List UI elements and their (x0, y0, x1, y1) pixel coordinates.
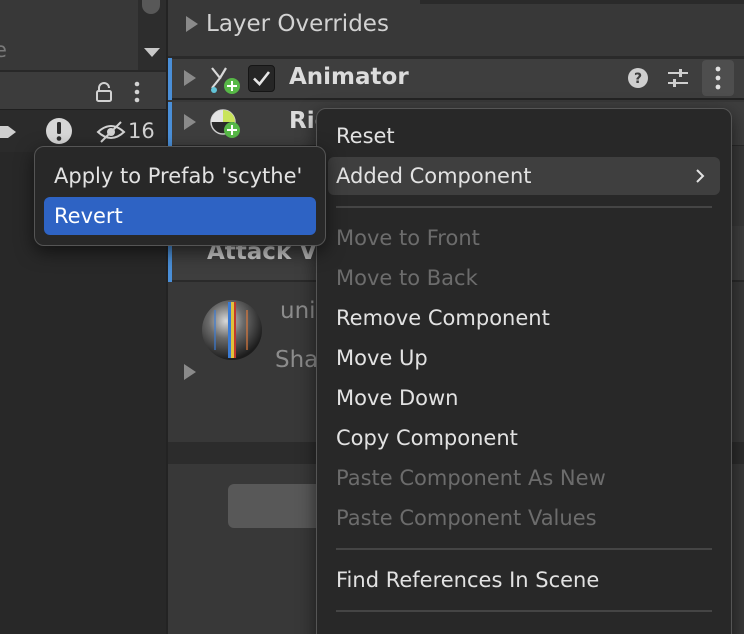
menu-separator (336, 610, 712, 612)
apply-to-prefab-item[interactable]: Apply to Prefab 'scythe' (54, 164, 302, 188)
foldout-arrow-icon[interactable] (184, 70, 196, 86)
menu-item-reset[interactable]: Reset (336, 124, 395, 148)
menu-item-move-down[interactable]: Move Down (336, 386, 459, 410)
add-component-button[interactable] (228, 484, 328, 528)
animator-enabled-checkbox[interactable] (248, 65, 275, 92)
hidden-count: 16 (128, 119, 155, 143)
checkmark-icon (253, 71, 271, 86)
animator-title: Animator (289, 64, 409, 90)
hierarchy-search-text: e (0, 38, 7, 62)
chevron-right-icon (696, 169, 705, 183)
menu-separator (336, 548, 712, 550)
component-menu-button[interactable] (702, 60, 734, 96)
top-field-edge (420, 0, 744, 4)
menu-item-move-to-front[interactable]: Move to Front (336, 226, 480, 250)
menu-item-paste-as-new[interactable]: Paste Component As New (336, 466, 606, 490)
tag-icon[interactable] (0, 120, 18, 144)
foldout-arrow-icon[interactable] (184, 364, 196, 380)
menu-item-find-references[interactable]: Find References In Scene (336, 568, 599, 592)
menu-item-move-up[interactable]: Move Up (336, 346, 428, 370)
shader-label: Sha (275, 347, 319, 373)
panel-menu-icon[interactable] (132, 80, 142, 104)
scroll-down-arrow-icon[interactable] (144, 48, 160, 57)
foldout-arrow-icon[interactable] (184, 114, 196, 130)
kebab-menu-icon (715, 66, 721, 90)
menu-item-paste-values[interactable]: Paste Component Values (336, 506, 597, 530)
override-indicator (168, 102, 172, 146)
menu-item-remove-component[interactable]: Remove Component (336, 306, 550, 330)
help-icon[interactable]: ? (626, 66, 650, 90)
material-name: uni (280, 298, 316, 324)
material-preview[interactable] (200, 298, 264, 362)
lock-icon[interactable] (95, 82, 113, 102)
menu-item-move-to-back[interactable]: Move to Back (336, 266, 478, 290)
presets-icon[interactable] (666, 66, 690, 90)
svg-text:?: ? (634, 71, 642, 87)
override-indicator (168, 58, 172, 100)
foldout-arrow-icon[interactable] (186, 16, 198, 32)
rig-icon (210, 109, 240, 138)
warning-icon[interactable] (44, 116, 74, 146)
menu-separator (336, 206, 712, 208)
menu-item-copy-component[interactable]: Copy Component (336, 426, 518, 450)
menu-item-added-component[interactable]: Added Component (336, 164, 532, 188)
hidden-objects-icon[interactable] (96, 120, 126, 144)
revert-item[interactable]: Revert (54, 204, 123, 228)
animator-icon (211, 67, 240, 94)
layer-overrides-label: Layer Overrides (206, 11, 389, 37)
